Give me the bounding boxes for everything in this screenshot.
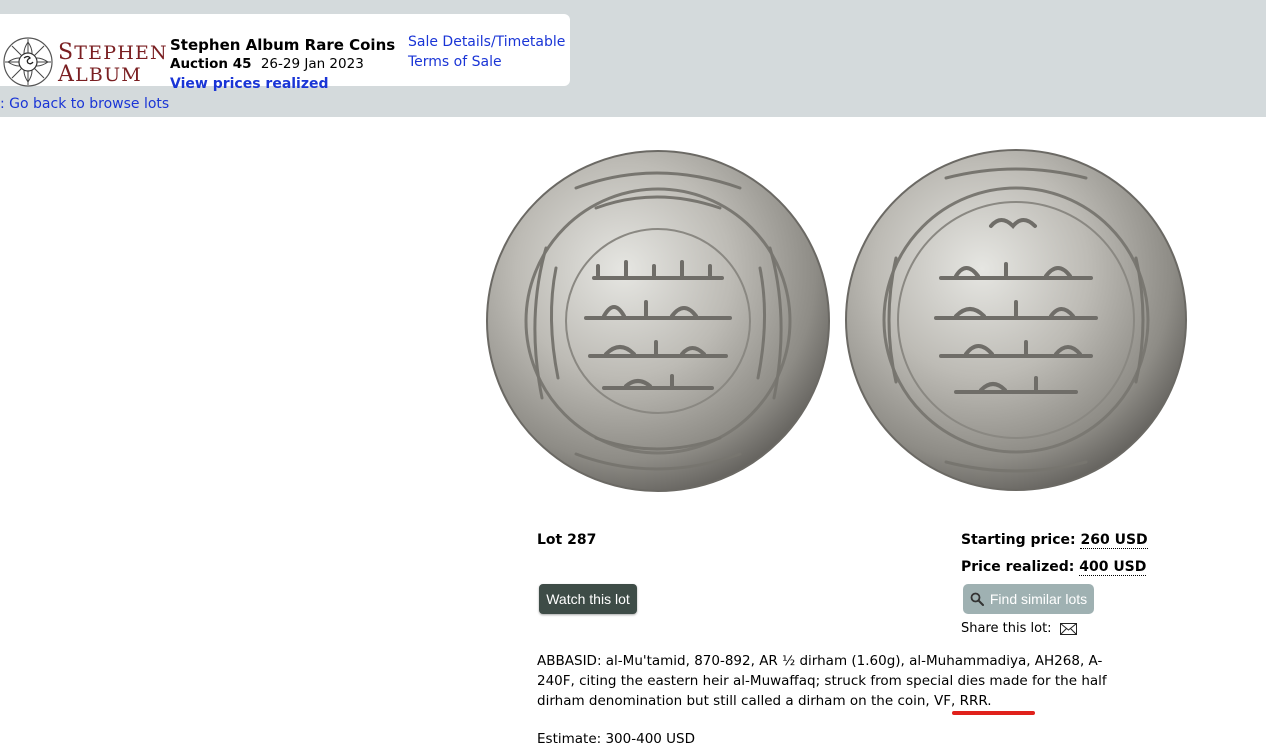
auction-header-card: Stephen Album Stephen Album Rare Coins A…: [0, 14, 570, 92]
lot-description: ABBASID: al-Mu'tamid, 870-892, AR ½ dirh…: [537, 653, 1107, 709]
view-prices-realized-link[interactable]: View prices realized: [170, 76, 329, 92]
stephen-album-logo-mark[interactable]: [2, 36, 54, 88]
watch-lot-button-label: Watch this lot: [546, 591, 630, 607]
email-icon[interactable]: [1059, 622, 1077, 635]
lot-estimate: Estimate: 300-400 USD: [537, 731, 696, 747]
find-similar-lots-button[interactable]: Find similar lots: [963, 584, 1094, 614]
price-realized-label: Price realized:: [961, 559, 1075, 575]
auction-dates: 26-29 Jan 2023: [260, 56, 364, 72]
auction-house-title: Stephen Album Rare Coins: [170, 36, 396, 54]
logo-line-stephen: Stephen: [58, 40, 168, 65]
auction-info: Auction 45 26-29 Jan 2023: [170, 56, 364, 72]
lot-number: Lot 287: [537, 532, 597, 548]
highlight-underline: [952, 711, 1035, 715]
starting-price-value[interactable]: 260 USD: [1080, 532, 1148, 549]
starting-price: Starting price: 260 USD: [961, 532, 1148, 549]
search-icon: [970, 592, 984, 606]
price-realized: Price realized: 400 USD: [961, 559, 1147, 576]
coin-obverse: [486, 150, 830, 492]
price-realized-value[interactable]: 400 USD: [1079, 559, 1147, 576]
auction-label: Auction 45: [170, 56, 252, 72]
watch-lot-button[interactable]: Watch this lot: [539, 584, 637, 614]
logo-line-album: Album: [58, 62, 142, 87]
share-lot-label: Share this lot:: [961, 621, 1052, 636]
terms-of-sale-link[interactable]: Terms of Sale: [408, 54, 502, 70]
find-similar-lots-label: Find similar lots: [989, 591, 1088, 607]
coin-reverse: [845, 149, 1187, 491]
coin-photo: [486, 149, 1187, 492]
back-to-browse-lots-link[interactable]: : Go back to browse lots: [0, 96, 169, 112]
share-lot: Share this lot:: [961, 621, 1077, 636]
starting-price-label: Starting price:: [961, 532, 1076, 548]
stephen-album-logo-text[interactable]: Stephen Album: [58, 42, 168, 86]
sale-details-link[interactable]: Sale Details/Timetable: [408, 34, 565, 50]
